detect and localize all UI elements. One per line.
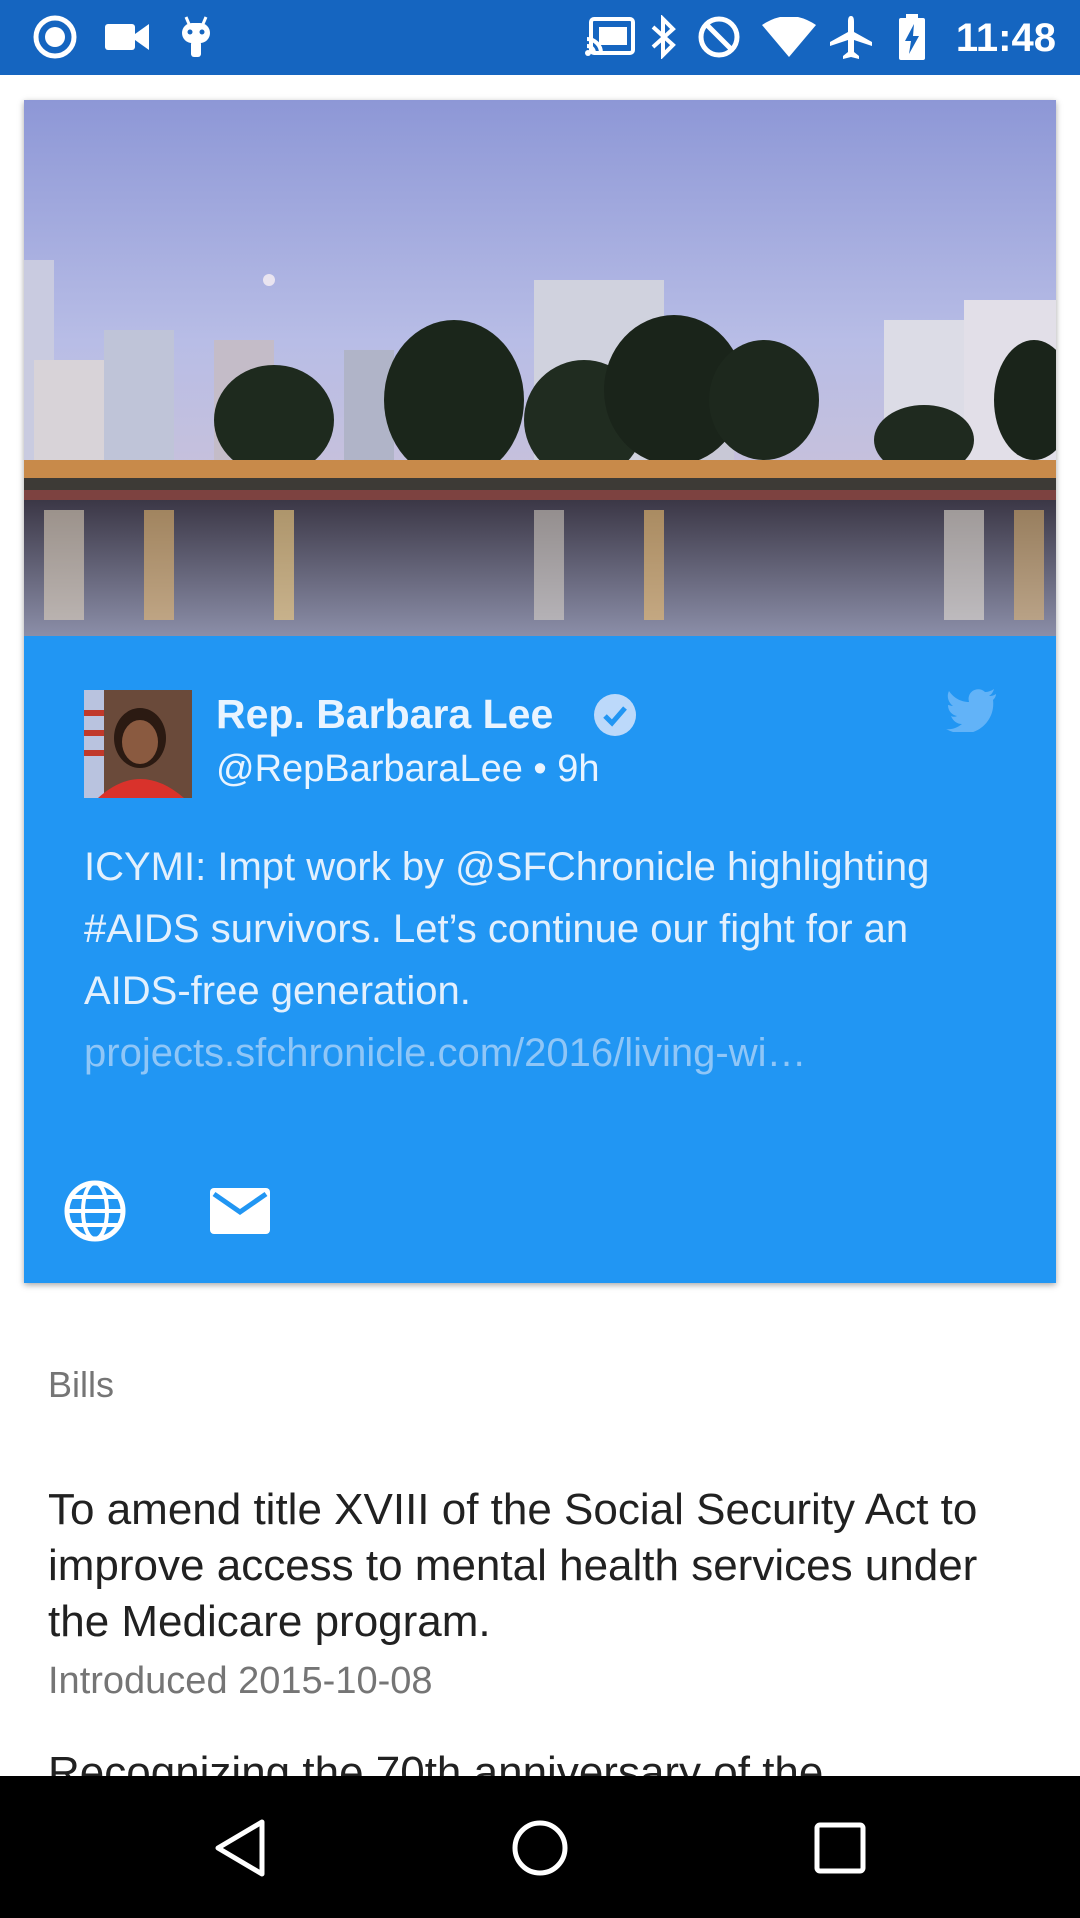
bill-title[interactable]: To amend title XVIII of the Social Secur… [48,1482,1038,1650]
battery-charging-icon [896,14,928,60]
tweet-body[interactable]: Rep. Barbara Lee @RepBarbaraLee • 9h ICY… [24,636,1056,1283]
do-not-disturb-icon [696,14,742,60]
status-bar: 11:48 [0,0,1080,75]
tweet-link[interactable]: projects.sfchronicle.com/2016/living-wi… [84,1022,1004,1084]
twitter-bird-icon [946,688,998,734]
navigation-bar [0,1776,1080,1918]
bills-section-header: Bills [48,1364,115,1405]
bill-introduced-date: Introduced 2015-10-08 [48,1660,433,1702]
mail-icon[interactable] [208,1186,272,1236]
bluetooth-icon [648,14,678,60]
cast-icon [584,14,636,60]
home-icon[interactable] [508,1816,572,1880]
verified-badge-icon [592,692,638,738]
recents-icon[interactable] [808,1816,872,1880]
avatar[interactable] [84,690,192,798]
header-image [24,100,1056,636]
tweet-author-name[interactable]: Rep. Barbara Lee [216,688,553,740]
back-icon[interactable] [208,1816,272,1880]
tweet-author-handle[interactable]: @RepBarbaraLee • 9h [216,744,600,794]
airplane-mode-icon [826,14,876,60]
record-icon [30,14,80,60]
video-camera-icon [104,14,150,60]
android-debug-icon [176,14,216,60]
clock: 11:48 [955,16,1056,60]
tweet-text: ICYMI: Impt work by @SFChronicle highlig… [84,845,930,1013]
tweet-card[interactable]: Rep. Barbara Lee @RepBarbaraLee • 9h ICY… [24,100,1056,1283]
wifi-icon [762,14,816,60]
globe-icon[interactable] [62,1178,128,1244]
